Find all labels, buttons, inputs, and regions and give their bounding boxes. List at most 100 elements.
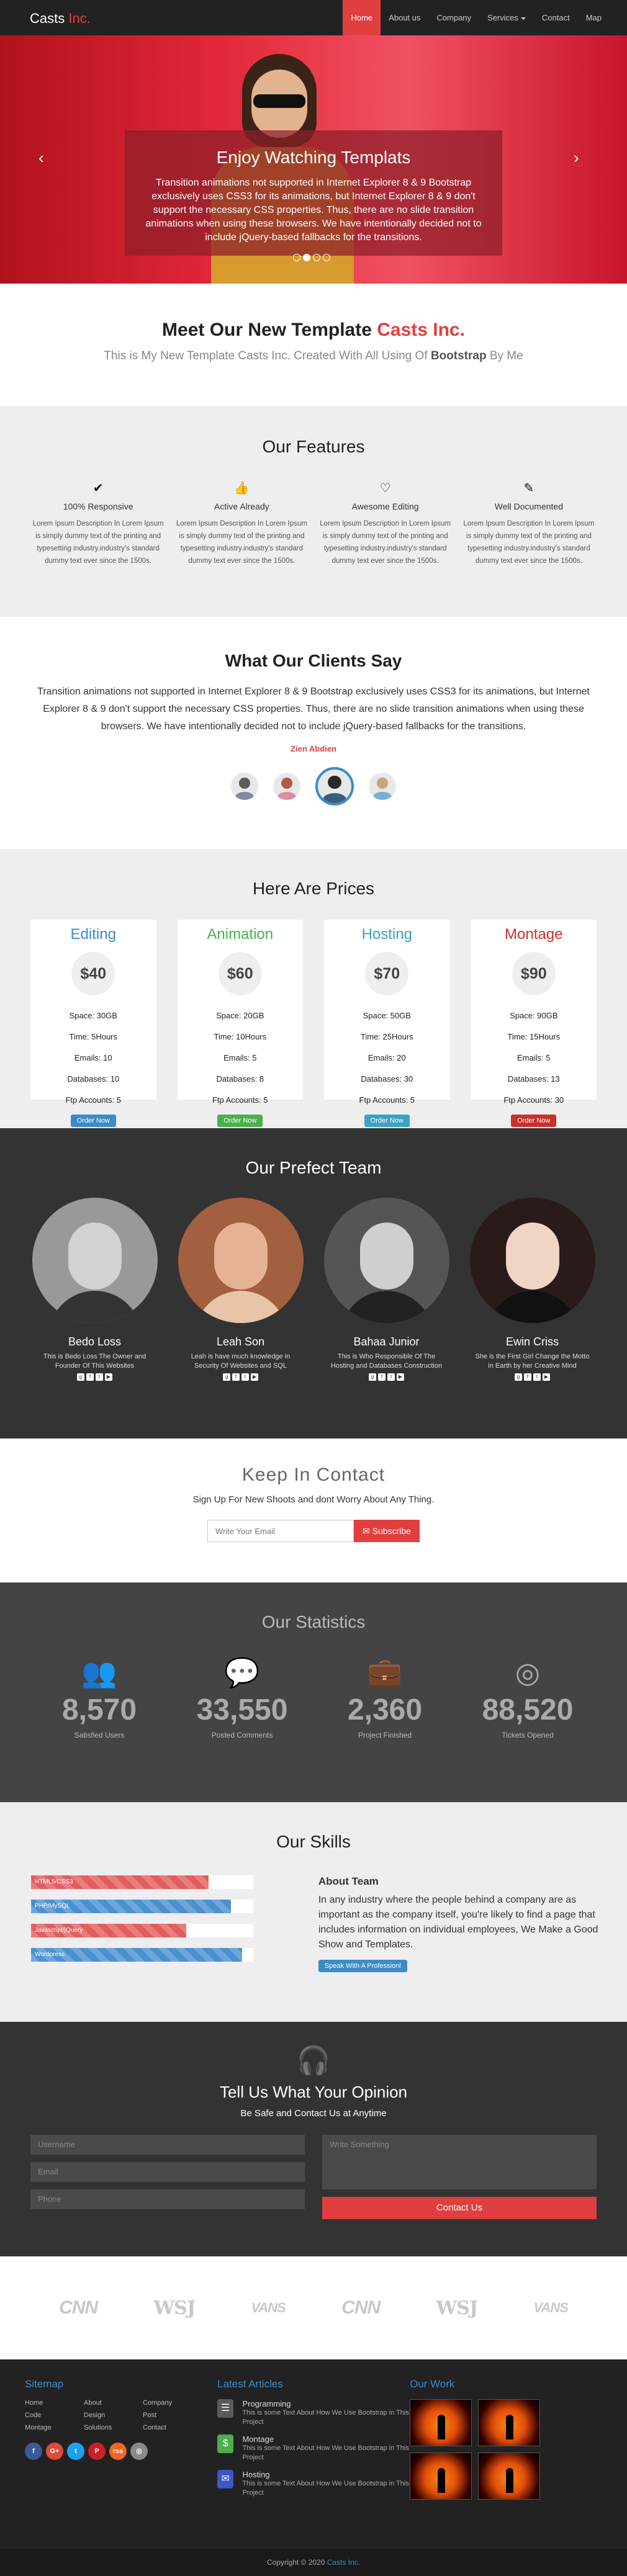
twitter-icon[interactable]: t — [96, 1373, 103, 1381]
youtube-icon[interactable]: ▶ — [251, 1373, 258, 1381]
plan-feature: Ftp Accounts: 5 — [65, 1095, 122, 1105]
email-field[interactable]: Email — [30, 2162, 305, 2182]
work-thumbnail[interactable] — [478, 2453, 540, 2500]
work-thumbnail[interactable] — [478, 2399, 540, 2446]
instagram-icon[interactable]: ◎ — [130, 2443, 148, 2460]
google-icon[interactable]: g — [369, 1373, 376, 1381]
contact-us-button[interactable]: Contact Us — [322, 2197, 597, 2219]
footer-link[interactable]: Home — [25, 2399, 84, 2407]
username-field[interactable]: Username — [30, 2135, 305, 2155]
avatar-selected[interactable] — [315, 767, 354, 806]
footer-link[interactable]: Contact — [143, 2424, 202, 2431]
carousel-dot[interactable] — [313, 254, 320, 261]
nav-contact[interactable]: Contact — [534, 0, 578, 35]
stat-number: 88,520 — [482, 1694, 574, 1726]
avatar[interactable] — [369, 773, 396, 800]
twitter-icon[interactable]: t — [67, 2443, 84, 2460]
footer-link[interactable]: Company — [143, 2399, 202, 2407]
nav-company[interactable]: Company — [428, 0, 479, 35]
work-thumbnail[interactable] — [410, 2399, 472, 2446]
google-plus-icon[interactable]: G+ — [46, 2443, 63, 2460]
skill-bar: Javascript/jQuery — [31, 1924, 253, 1937]
rss-icon[interactable]: rss — [109, 2443, 127, 2460]
plan-name: Editing — [70, 926, 116, 943]
nav-about[interactable]: About us — [381, 0, 428, 35]
pinterest-icon[interactable]: P — [88, 2443, 106, 2460]
team-photo — [469, 1198, 595, 1323]
twitter-icon[interactable]: t — [387, 1373, 395, 1381]
copyright-brand[interactable]: Casts Inc. — [327, 2558, 360, 2567]
copyright-text: Copyright © 2020 — [266, 2558, 327, 2567]
facebook-icon[interactable]: f — [524, 1373, 531, 1381]
skills-content: HTML5/CSS3 PHP/MySQL Javascript/jQuery Word… — [25, 1875, 602, 1972]
phone-field[interactable]: Phone — [30, 2189, 305, 2209]
article-item[interactable]: ☰ Programming This is some Text About How … — [217, 2399, 410, 2427]
vans-logo: VANS — [251, 2300, 286, 2315]
team-name: Leah Son — [216, 1335, 265, 1348]
twitter-icon[interactable]: t — [533, 1373, 541, 1381]
stat-number: 8,570 — [61, 1694, 137, 1726]
brand-main: Casts — [30, 11, 69, 26]
facebook-icon[interactable]: f — [25, 2443, 42, 2460]
wsj-logo: WSJ — [153, 2297, 196, 2319]
facebook-icon[interactable]: f — [86, 1373, 94, 1381]
nav-services[interactable]: Services — [479, 0, 534, 35]
subscribe-button[interactable]: ✉ Subscribe — [354, 1520, 420, 1542]
article-list: ☰ Programming This is some Text About How … — [217, 2399, 410, 2498]
avatar[interactable] — [231, 773, 258, 800]
newsletter-title: Keep In Contact — [241, 1465, 386, 1485]
carousel-next-icon[interactable]: › — [574, 150, 579, 166]
carousel-dot[interactable] — [323, 254, 330, 261]
carousel-dot[interactable] — [293, 254, 300, 261]
nav-home[interactable]: Home — [343, 0, 381, 35]
youtube-icon[interactable]: ▶ — [397, 1373, 404, 1381]
email-input[interactable] — [207, 1520, 354, 1542]
statistics-title: Our Statistics — [261, 1612, 366, 1631]
about-text: In any industry where the people behind … — [318, 1895, 598, 1950]
nav-map[interactable]: Map — [578, 0, 610, 35]
carousel-dot-active[interactable] — [303, 254, 310, 261]
feature-text: Lorem Ipsum Description In Lorem Ipsum i… — [176, 520, 307, 565]
article-item[interactable]: ✉ Hosting This is some Text About How We U… — [217, 2470, 410, 2498]
skill-bar: Wordpress — [31, 1948, 253, 1962]
twitter-icon[interactable]: t — [241, 1373, 249, 1381]
brand-logo[interactable]: Casts Inc. — [30, 11, 91, 27]
youtube-icon[interactable]: ▶ — [543, 1373, 550, 1381]
footer-link[interactable]: Design — [84, 2412, 143, 2419]
pricing-grid: Editing $40 Space: 30GB Time: 5Hours Emails:… — [30, 920, 597, 1127]
facebook-icon[interactable]: f — [232, 1373, 240, 1381]
pricing-card: Montage $90 Space: 90GB Time: 15Hours Emails… — [471, 920, 597, 1127]
stat-item: 💬 33,550 Posted Comments — [171, 1656, 314, 1739]
order-now-button[interactable]: Order Now — [70, 1115, 116, 1127]
about-team: About Team In any industry where the peo… — [318, 1875, 602, 1972]
footer-link[interactable]: About — [84, 2399, 143, 2407]
work-gallery — [410, 2399, 596, 2500]
statistics-section: Our Statistics 👥 8,570 Satisfied Users 💬 33… — [0, 1582, 627, 1802]
carousel-prev-icon[interactable]: ‹ — [38, 150, 44, 166]
partner-logos: CNN WSJ VANS CNN WSJ VANS — [0, 2256, 627, 2359]
order-now-button[interactable]: Order Now — [364, 1115, 410, 1127]
footer-link[interactable]: Post — [143, 2412, 202, 2419]
google-icon[interactable]: g — [77, 1373, 84, 1381]
facebook-icon[interactable]: f — [378, 1373, 386, 1381]
google-icon[interactable]: g — [223, 1373, 230, 1381]
avatar[interactable] — [273, 773, 300, 800]
plan-feature: Ftp Accounts: 5 — [212, 1095, 268, 1105]
skill-bar-fill: HTML5/CSS3 — [31, 1875, 209, 1889]
order-now-button[interactable]: Order Now — [511, 1115, 557, 1127]
message-textarea[interactable]: Write Something — [322, 2135, 597, 2189]
youtube-icon[interactable]: ▶ — [105, 1373, 112, 1381]
footer-link[interactable]: Code — [25, 2412, 84, 2419]
speak-professional-button[interactable]: Speak With A Professionl — [318, 1960, 407, 1972]
footer-link[interactable]: Montage — [25, 2424, 84, 2431]
article-item[interactable]: $ Montage This is some Text About How We U… — [217, 2435, 410, 2462]
order-now-button[interactable]: Order Now — [217, 1115, 263, 1127]
plan-feature: Space: 90GB — [510, 1011, 558, 1020]
team-social: g f t ▶ — [168, 1373, 314, 1381]
google-icon[interactable]: g — [515, 1373, 522, 1381]
footer-link[interactable]: Solutions — [84, 2424, 143, 2431]
features-grid: ✔ 100% Responsive Lorem Ipsum Description … — [27, 480, 601, 567]
plan-price: $60 — [218, 952, 262, 995]
team-member: Bahaa Junior This is Who Responsible Of … — [314, 1198, 459, 1381]
work-thumbnail[interactable] — [410, 2453, 472, 2500]
